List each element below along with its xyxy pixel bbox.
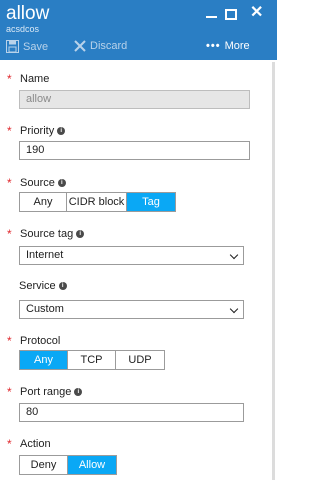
- close-icon[interactable]: ✕: [250, 5, 263, 21]
- protocol-selector: Any TCP UDP: [19, 350, 165, 370]
- action-selector: Deny Allow: [19, 455, 117, 475]
- source-label-text: Source: [20, 177, 55, 189]
- save-icon: [6, 40, 19, 53]
- required-indicator: *: [7, 72, 12, 86]
- port-range-input[interactable]: 80: [19, 403, 244, 422]
- blade-header: allow acsdcos ✕ Save Discard ••• More: [0, 0, 277, 60]
- required-indicator: *: [7, 227, 12, 241]
- info-icon[interactable]: i: [58, 282, 67, 290]
- action-label: Action: [20, 438, 51, 450]
- action-option-deny[interactable]: Deny: [20, 456, 68, 474]
- minimize-icon[interactable]: [206, 16, 217, 18]
- more-label: More: [224, 40, 250, 52]
- chevron-down-icon: [229, 304, 239, 314]
- name-field: allow: [19, 90, 250, 109]
- source-label: Source i: [20, 177, 66, 189]
- protocol-option-tcp[interactable]: TCP: [68, 351, 116, 369]
- required-indicator: *: [7, 124, 12, 138]
- service-label-text: Service: [19, 280, 56, 292]
- required-indicator: *: [7, 176, 12, 190]
- priority-input[interactable]: 190: [19, 141, 250, 160]
- protocol-label-text: Protocol: [20, 335, 61, 347]
- service-dropdown[interactable]: Custom: [19, 300, 244, 319]
- service-label: Service i: [19, 280, 67, 292]
- port-range-label: Port range i: [20, 386, 83, 398]
- info-icon[interactable]: i: [57, 179, 66, 187]
- blade-subtitle: acsdcos: [6, 24, 40, 34]
- priority-label: Priority i: [20, 125, 66, 137]
- protocol-option-any[interactable]: Any: [20, 351, 68, 369]
- required-indicator: *: [7, 437, 12, 451]
- source-tag-label-text: Source tag: [20, 228, 74, 240]
- source-option-cidr-block[interactable]: CIDR block: [67, 193, 127, 211]
- name-label-text: Name: [20, 73, 50, 85]
- info-icon[interactable]: i: [74, 388, 83, 396]
- more-button[interactable]: ••• More: [206, 40, 250, 52]
- info-icon[interactable]: i: [76, 230, 85, 238]
- protocol-label: Protocol: [20, 335, 60, 347]
- save-label: Save: [23, 40, 49, 53]
- action-option-allow[interactable]: Allow: [68, 456, 116, 474]
- port-range-label-text: Port range: [20, 386, 72, 398]
- blade-title: allow: [6, 3, 50, 24]
- priority-label-text: Priority: [20, 125, 55, 137]
- discard-label: Discard: [90, 40, 128, 52]
- source-tag-value: Internet: [26, 249, 64, 261]
- source-option-any[interactable]: Any: [20, 193, 67, 211]
- discard-button[interactable]: Discard: [74, 40, 127, 52]
- action-label-text: Action: [20, 438, 51, 450]
- service-value: Custom: [26, 303, 64, 315]
- scrollbar[interactable]: [272, 62, 275, 480]
- protocol-option-udp[interactable]: UDP: [116, 351, 164, 369]
- required-indicator: *: [7, 334, 12, 348]
- chevron-down-icon: [229, 250, 239, 260]
- more-dots-icon: •••: [206, 40, 221, 52]
- maximize-icon[interactable]: [225, 9, 237, 20]
- source-selector: Any CIDR block Tag: [19, 192, 176, 212]
- required-indicator: *: [7, 385, 12, 399]
- info-icon[interactable]: i: [57, 127, 66, 135]
- name-label: Name: [20, 73, 49, 85]
- scrollbar-thumb[interactable]: [272, 62, 275, 480]
- source-tag-dropdown[interactable]: Internet: [19, 246, 244, 265]
- save-button[interactable]: Save: [6, 40, 48, 53]
- discard-icon: [74, 40, 86, 52]
- source-tag-label: Source tag i: [20, 228, 85, 240]
- source-option-tag[interactable]: Tag: [127, 193, 175, 211]
